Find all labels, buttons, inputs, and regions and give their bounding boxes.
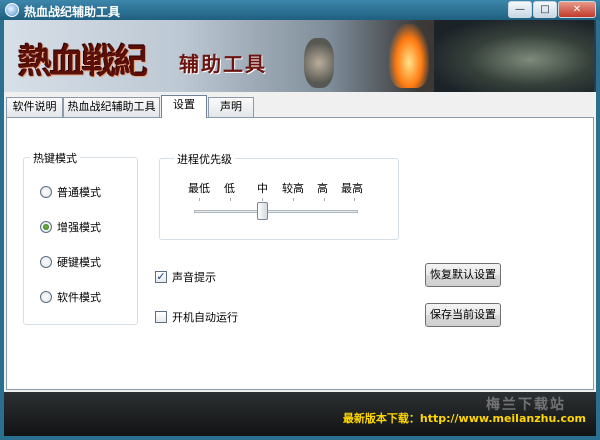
hotkey-mode-legend: 热键模式: [30, 150, 80, 166]
minimize-button[interactable]: —: [508, 1, 532, 18]
priority-label-low: 低: [224, 182, 235, 195]
checkbox-label: 声音提示: [172, 271, 216, 284]
radio-hardware-mode[interactable]: 硬键模式: [40, 254, 101, 270]
save-settings-button[interactable]: 保存当前设置: [425, 303, 501, 327]
tab-settings[interactable]: 设置: [161, 95, 207, 118]
slider-tick: [230, 198, 231, 201]
slider-tick: [324, 198, 325, 201]
sound-alert-option[interactable]: ✓ 声音提示: [155, 269, 216, 285]
tab-statement[interactable]: 声明: [208, 97, 254, 117]
radio-button[interactable]: [40, 221, 52, 233]
window-title: 热血战纪辅助工具: [24, 5, 121, 19]
process-priority-legend: 进程优先级: [174, 151, 235, 167]
banner-character-image: [304, 38, 334, 88]
priority-slider-track[interactable]: [194, 210, 358, 213]
slider-tick: [354, 198, 355, 201]
radio-label: 增强模式: [57, 221, 101, 234]
slider-tick: [199, 198, 200, 201]
priority-label-lowest: 最低: [188, 182, 210, 195]
priority-slider-thumb[interactable]: [257, 202, 268, 220]
footer-bar: 梅兰下载站 最新版本下载：http://www.meilanzhu.com: [4, 392, 596, 436]
banner-fire-image: [389, 24, 429, 88]
banner-warrior-image: [434, 20, 594, 92]
app-window: 热血战纪辅助工具 — □ ✕ 熱血戦紀 辅助工具 软件说明 热血战纪辅助工具 设…: [0, 0, 600, 440]
radio-button[interactable]: [40, 291, 52, 303]
radio-label: 普通模式: [57, 186, 101, 199]
maximize-button[interactable]: □: [533, 1, 557, 18]
banner-logo: 熱血戦紀: [18, 42, 148, 82]
priority-label-above-normal: 较高: [282, 182, 304, 195]
radio-label: 硬键模式: [57, 256, 101, 269]
radio-label: 软件模式: [57, 291, 101, 304]
download-link[interactable]: 最新版本下载：http://www.meilanzhu.com: [343, 410, 586, 426]
tab-software-info[interactable]: 软件说明: [6, 97, 63, 117]
tab-helper-tool[interactable]: 热血战纪辅助工具: [63, 97, 160, 117]
radio-normal-mode[interactable]: 普通模式: [40, 184, 101, 200]
slider-tick: [262, 198, 263, 201]
restore-defaults-button[interactable]: 恢复默认设置: [425, 263, 501, 287]
priority-label-high: 高: [317, 182, 328, 195]
title-bar: 热血战纪辅助工具 — □ ✕: [0, 0, 600, 20]
radio-software-mode[interactable]: 软件模式: [40, 289, 101, 305]
radio-enhanced-mode[interactable]: 增强模式: [40, 219, 101, 235]
slider-tick: [293, 198, 294, 201]
hotkey-mode-group: 热键模式 普通模式 增强模式 硬键模式 软件模式: [23, 150, 138, 325]
priority-label-highest: 最高: [341, 182, 363, 195]
checkbox[interactable]: [155, 311, 167, 323]
priority-label-normal: 中: [257, 182, 268, 195]
client-area: 软件说明 热血战纪辅助工具 设置 声明 热键模式 普通模式 增强模式 硬键模式: [4, 92, 596, 392]
radio-button[interactable]: [40, 186, 52, 198]
process-priority-group: 进程优先级 最低 低 中 较高 高 最高: [159, 151, 399, 240]
banner-subtitle: 辅助工具: [179, 52, 267, 76]
autostart-option[interactable]: 开机自动运行: [155, 309, 238, 325]
settings-page: 热键模式 普通模式 增强模式 硬键模式 软件模式 进程优先级 最低 低 中 较高…: [6, 117, 594, 390]
checkbox-label: 开机自动运行: [172, 311, 238, 324]
game-banner: 熱血戦紀 辅助工具: [4, 20, 596, 92]
checkbox[interactable]: ✓: [155, 271, 167, 283]
close-button[interactable]: ✕: [558, 1, 596, 18]
radio-button[interactable]: [40, 256, 52, 268]
app-icon: [5, 3, 19, 17]
